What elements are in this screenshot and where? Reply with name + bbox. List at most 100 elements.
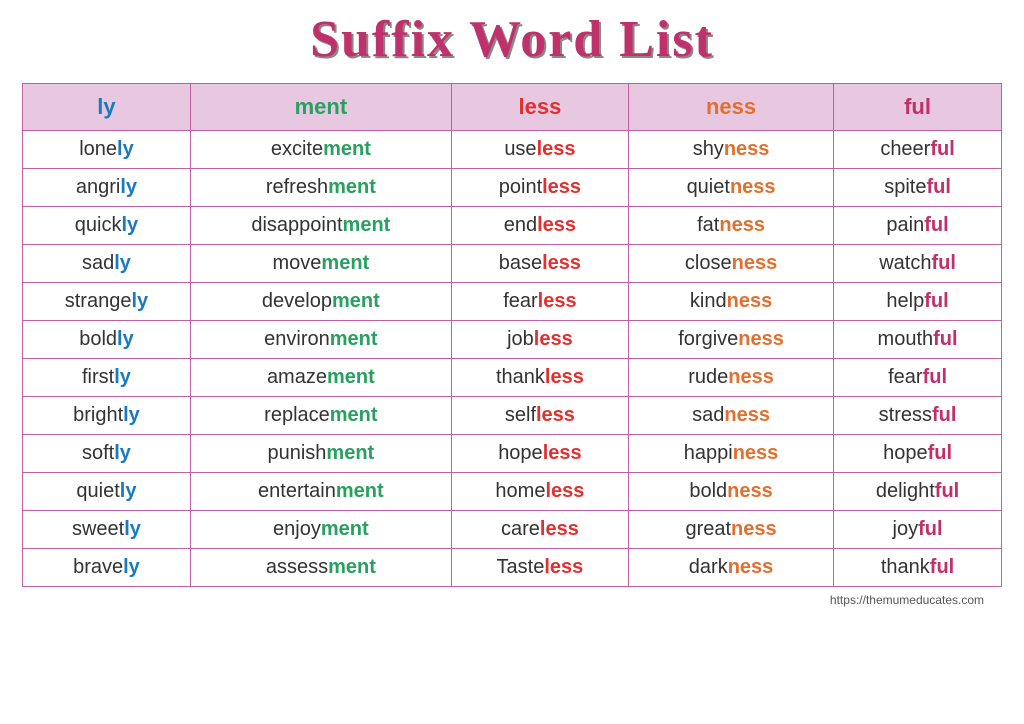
table-cell: useless [451,131,628,169]
word-base: fat [697,214,719,236]
table-cell: Tasteless [451,549,628,587]
word-base: mouth [878,328,934,350]
suffix-word-table: lymentlessnessful lonelyexcitementuseles… [22,83,1002,587]
word-suffix: ful [932,404,956,426]
table-cell: firstly [23,359,191,397]
table-cell: entertainment [190,473,451,511]
table-cell: enjoyment [190,511,451,549]
word-base: sad [82,252,114,274]
table-cell: hopeless [451,435,628,473]
word-suffix: ment [330,404,378,426]
word-base: sad [692,404,724,426]
table-cell: fatness [629,207,834,245]
word-base: pain [886,214,924,236]
word-base: delight [876,480,935,502]
table-row: boldlyenvironmentjoblessforgivenessmouth… [23,321,1002,359]
table-cell: thankless [451,359,628,397]
word-suffix: ful [923,366,947,388]
word-suffix: ful [930,556,954,578]
word-suffix: ful [924,214,948,236]
word-suffix: ful [931,252,955,274]
table-cell: angrily [23,169,191,207]
word-suffix: ly [114,366,131,388]
table-cell: disappointment [190,207,451,245]
word-suffix: ly [120,480,137,502]
word-suffix: ness [724,138,770,160]
word-suffix: ness [730,176,776,198]
word-base: watch [879,252,931,274]
word-base: angri [76,176,120,198]
word-suffix: ness [728,366,774,388]
word-suffix: ness [733,442,779,464]
word-suffix: ly [117,328,134,350]
word-base: hope [883,442,928,464]
word-base: thank [496,366,545,388]
word-base: dark [689,556,728,578]
word-base: sweet [72,518,124,540]
word-suffix: ness [732,252,778,274]
word-suffix: less [545,480,584,502]
word-base: kind [690,290,727,312]
word-suffix: less [534,328,573,350]
column-header-ness: ness [629,84,834,131]
table-cell: brightly [23,397,191,435]
table-cell: sadness [629,397,834,435]
table-cell: endless [451,207,628,245]
word-suffix: ful [933,328,957,350]
word-suffix: ness [724,404,770,426]
table-cell: cheerful [834,131,1002,169]
table-cell: fearful [834,359,1002,397]
word-suffix: ly [123,404,140,426]
table-cell: stressful [834,397,1002,435]
word-base: fear [888,366,922,388]
table-cell: replacement [190,397,451,435]
word-suffix: ment [321,518,369,540]
word-base: environ [264,328,330,350]
word-suffix: ment [327,366,375,388]
word-base: enjoy [273,518,321,540]
table-cell: sadly [23,245,191,283]
column-header-ly: ly [23,84,191,131]
word-suffix: ful [918,518,942,540]
word-suffix: less [544,556,583,578]
word-base: first [82,366,114,388]
word-base: bright [73,404,123,426]
word-base: quiet [76,480,119,502]
table-cell: homeless [451,473,628,511]
word-base: refresh [266,176,328,198]
word-base: rude [688,366,728,388]
table-cell: excitement [190,131,451,169]
table-cell: delightful [834,473,1002,511]
table-cell: refreshment [190,169,451,207]
word-base: replace [264,404,330,426]
table-row: sweetlyenjoymentcarelessgreatnessjoyful [23,511,1002,549]
word-suffix: ful [930,138,954,160]
table-row: lonelyexcitementuselessshynesscheerful [23,131,1002,169]
word-base: stress [879,404,932,426]
table-cell: amazement [190,359,451,397]
word-suffix: ly [120,176,137,198]
table-cell: quietness [629,169,834,207]
word-suffix: ment [326,442,374,464]
table-cell: shyness [629,131,834,169]
word-suffix: ly [123,556,140,578]
column-header-less: less [451,84,628,131]
table-cell: punishment [190,435,451,473]
table-cell: softly [23,435,191,473]
word-base: punish [267,442,326,464]
word-base: base [499,252,542,274]
table-cell: quietly [23,473,191,511]
word-base: spite [884,176,926,198]
table-cell: quickly [23,207,191,245]
word-base: help [886,290,924,312]
word-suffix: ment [321,252,369,274]
word-suffix: less [542,176,581,198]
table-cell: assessment [190,549,451,587]
word-base: hope [498,442,543,464]
column-header-ment: ment [190,84,451,131]
table-cell: lonely [23,131,191,169]
table-cell: greatness [629,511,834,549]
table-cell: development [190,283,451,321]
word-suffix: ly [121,214,138,236]
table-cell: thankful [834,549,1002,587]
